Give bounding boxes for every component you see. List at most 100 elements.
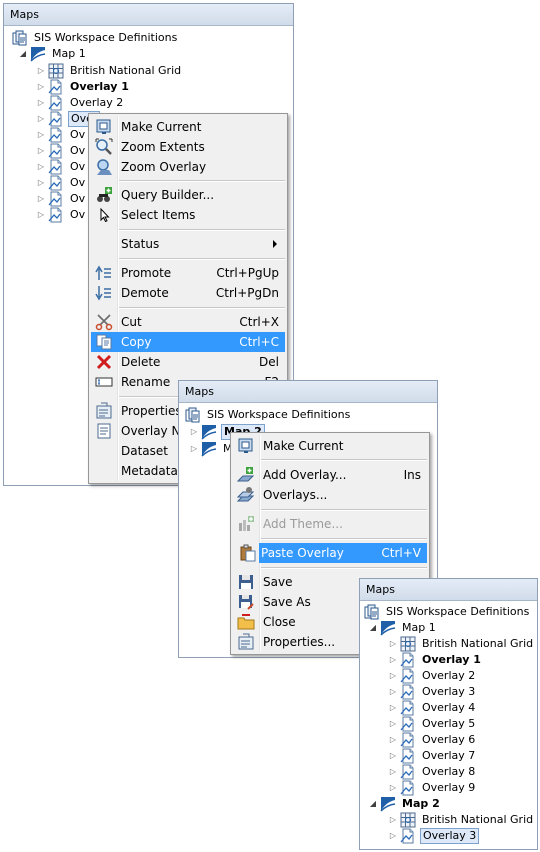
collapse-triangle-icon[interactable]: ◢ — [368, 620, 378, 636]
expand-triangle-icon[interactable]: ▷ — [388, 700, 398, 716]
expand-triangle-icon[interactable]: ▷ — [36, 143, 46, 159]
overlay-icon — [400, 652, 416, 668]
menu-separator — [119, 229, 285, 231]
menu-item-make-current[interactable]: Make Current — [91, 117, 285, 137]
submenu-arrow-icon — [273, 240, 277, 248]
tree-item-label: British National Grid — [422, 813, 534, 826]
menu-item-make-current[interactable]: Make Current — [233, 436, 427, 456]
menu-item-add-theme[interactable]: Add Theme... — [233, 514, 427, 534]
menu-item-promote[interactable]: Promote Ctrl+PgUp — [91, 263, 285, 283]
tree-item[interactable]: ▷ Overlay 7 — [388, 748, 477, 764]
expand-triangle-icon[interactable]: ▷ — [388, 636, 398, 652]
expand-triangle-icon[interactable]: ▷ — [388, 828, 398, 844]
tree-map-1[interactable]: ◢ Map 1 — [368, 620, 438, 636]
rename-icon — [95, 377, 113, 387]
notes-icon — [97, 423, 111, 439]
tree-item[interactable]: ▷ British National Grid — [388, 636, 535, 652]
expand-triangle-icon[interactable]: ▷ — [388, 812, 398, 828]
tree-item[interactable]: ▷ Overlay 2 — [388, 668, 477, 684]
tree-root[interactable]: SIS Workspace Definitions — [12, 30, 179, 46]
tree-item[interactable]: ▷ Overlay 2 — [36, 95, 125, 111]
expand-triangle-icon[interactable]: ▷ — [36, 207, 46, 223]
collapse-triangle-icon[interactable]: ◢ — [18, 46, 28, 62]
tree-item[interactable]: ▷ Overlay 4 — [388, 700, 477, 716]
tree-item-label: British National Grid — [70, 64, 182, 77]
cursor-icon — [100, 207, 110, 223]
expand-triangle-icon[interactable]: ▷ — [36, 111, 46, 127]
tree-item[interactable]: ▷ Ov — [36, 127, 87, 143]
tree-item[interactable]: ▷ Overlay 3 — [388, 684, 477, 700]
menu-item-add-overlay[interactable]: Add Overlay... Ins — [233, 465, 427, 485]
expand-triangle-icon[interactable]: ▷ — [388, 780, 398, 796]
menu-item-status[interactable]: Status — [91, 234, 285, 254]
tree-root[interactable]: SIS Workspace Definitions — [364, 604, 531, 620]
tree-item[interactable]: ▷ Ov — [36, 175, 87, 191]
expand-triangle-icon[interactable]: ▷ — [36, 191, 46, 207]
menu-item-cut[interactable]: Cut Ctrl+X — [91, 312, 285, 332]
expand-triangle-icon[interactable]: ▷ — [388, 652, 398, 668]
tree-map-1[interactable]: ▷ M — [189, 441, 235, 457]
paste-icon — [240, 544, 256, 562]
expand-triangle-icon[interactable]: ▷ — [36, 175, 46, 191]
expand-triangle-icon[interactable]: ▷ — [36, 95, 46, 111]
tree-item[interactable]: ▷ Overlay 1 — [388, 652, 483, 668]
tree-item-selected[interactable]: ▷ Overlay 3 — [388, 828, 480, 844]
menu-item-zoom-overlay[interactable]: Zoom Overlay — [91, 157, 285, 177]
expand-triangle-icon[interactable]: ▷ — [189, 441, 199, 457]
menu-item-copy[interactable]: Copy Ctrl+C — [91, 332, 285, 352]
expand-triangle-icon[interactable]: ▷ — [388, 748, 398, 764]
expand-triangle-icon[interactable]: ▷ — [36, 63, 46, 79]
tree-root-label: SIS Workspace Definitions — [386, 605, 530, 618]
expand-triangle-icon[interactable]: ▷ — [36, 159, 46, 175]
tree-root-label: SIS Workspace Definitions — [207, 408, 351, 421]
menu-item-delete[interactable]: Delete Del — [91, 352, 285, 372]
add-overlay-icon — [237, 467, 255, 482]
panel-title: Maps — [179, 381, 437, 403]
overlay-icon — [48, 111, 64, 127]
copy-icon — [96, 334, 112, 350]
tree-item[interactable]: ▷ Overlay 6 — [388, 732, 477, 748]
tree-item[interactable]: ▷ British National Grid — [388, 812, 535, 828]
tree-item[interactable]: ▷ Ov — [36, 159, 87, 175]
tree-item[interactable]: ▷ Ov — [36, 143, 87, 159]
overlay-icon — [400, 780, 416, 796]
tree-item-label: Overlay 2 — [422, 669, 476, 682]
expand-triangle-icon[interactable]: ▷ — [388, 716, 398, 732]
menu-item-select-items[interactable]: Select Items — [91, 205, 285, 225]
menu-separator — [261, 509, 427, 511]
expand-triangle-icon[interactable]: ▷ — [388, 684, 398, 700]
menu-item-demote[interactable]: Demote Ctrl+PgDn — [91, 283, 285, 303]
grid-icon — [400, 636, 416, 652]
tree-map-1[interactable]: ◢ Map 1 — [18, 46, 88, 62]
tree-item-label: Overlay 9 — [422, 781, 476, 794]
menu-item-zoom-extents[interactable]: Zoom Extents — [91, 137, 285, 157]
expand-triangle-icon[interactable]: ▷ — [388, 668, 398, 684]
tree-item[interactable]: ▷ Overlay 9 — [388, 780, 477, 796]
tree-root[interactable]: SIS Workspace Definitions — [185, 407, 352, 423]
tree-item[interactable]: ▷ British National Grid — [36, 63, 183, 79]
expand-triangle-icon[interactable]: ▷ — [388, 732, 398, 748]
grid-icon — [400, 812, 416, 828]
tree-item-label: Overlay 1 — [422, 653, 481, 666]
tree-item-label: Overlay 8 — [422, 765, 476, 778]
tree-item[interactable]: ▷ Overlay 1 — [36, 79, 131, 95]
tree-item[interactable]: ▷ Overlay 8 — [388, 764, 477, 780]
tree-item[interactable]: ▷ Ov — [36, 207, 87, 223]
tree-item[interactable]: ▷ Overlay 5 — [388, 716, 477, 732]
tree-item[interactable]: ▷ Ov — [36, 191, 87, 207]
tree-map-label: Map 1 — [52, 47, 86, 60]
collapse-triangle-icon[interactable]: ◢ — [368, 796, 378, 812]
menu-item-overlays[interactable]: Overlays... — [233, 485, 427, 505]
menu-item-query-builder[interactable]: Query Builder... — [91, 185, 285, 205]
expand-triangle-icon[interactable]: ▷ — [36, 127, 46, 143]
panel-title: Maps — [4, 4, 293, 26]
overlay-icon — [48, 191, 64, 207]
expand-triangle-icon[interactable]: ▷ — [189, 424, 199, 440]
expand-triangle-icon[interactable]: ▷ — [36, 79, 46, 95]
expand-triangle-icon[interactable]: ▷ — [388, 764, 398, 780]
menu-item-paste-overlay[interactable]: Paste Overlay Ctrl+V — [240, 543, 427, 563]
tree-item-label: British National Grid — [422, 637, 534, 650]
menu-separator — [119, 307, 285, 309]
make-current-icon — [238, 438, 253, 453]
tree-map-2[interactable]: ◢ Map 2 — [368, 796, 442, 812]
